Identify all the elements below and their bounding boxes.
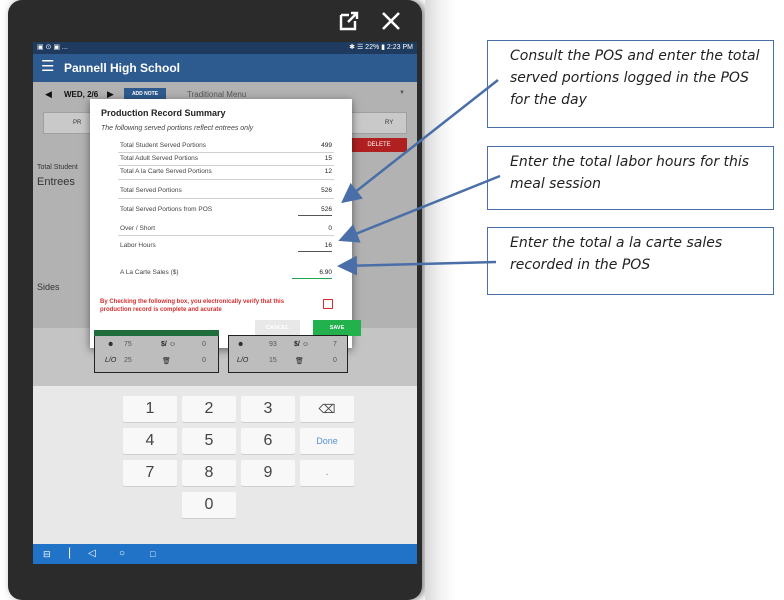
arrow-to-sales-field (337, 255, 497, 276)
arrow-to-labor-field (338, 174, 501, 243)
callout-arrows (337, 79, 501, 276)
arrow-to-pos-field (341, 79, 499, 204)
